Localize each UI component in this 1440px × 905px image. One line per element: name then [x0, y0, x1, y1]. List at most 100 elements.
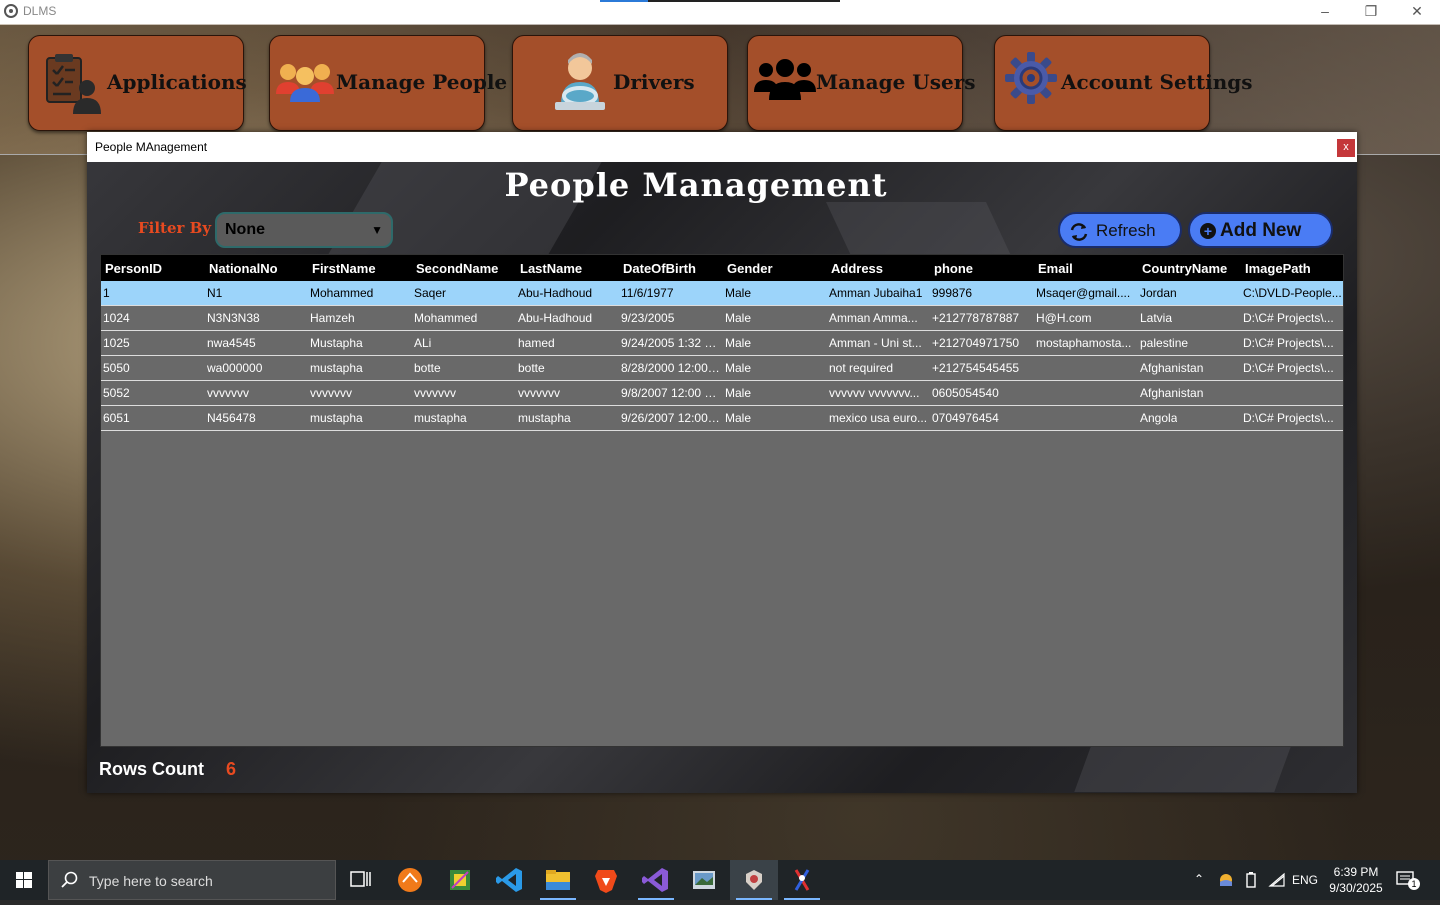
drivers-label: Drivers — [613, 70, 695, 94]
table-cell: Jordan — [1140, 286, 1177, 300]
rows-count-label: Rows Count — [99, 759, 204, 779]
table-cell: nwa4545 — [207, 336, 256, 350]
table-cell: 5052 — [103, 386, 130, 400]
refresh-button[interactable]: Refresh — [1058, 212, 1182, 248]
table-cell: Male — [725, 386, 752, 400]
minimize-button[interactable]: – — [1302, 0, 1348, 24]
table-row[interactable]: 1024 N3N3N38 Hamzeh Mohammed Abu-Hadhoud 9/23… — [101, 306, 1343, 331]
add-new-button[interactable]: + Add New — [1188, 212, 1333, 248]
table-cell: botte — [518, 361, 545, 375]
column-header[interactable]: ImagePath — [1245, 261, 1311, 276]
dlms-app-icon[interactable] — [730, 860, 778, 900]
close-button[interactable]: ✕ — [1394, 0, 1440, 24]
table-cell: Afghanistan — [1140, 386, 1204, 400]
table-row[interactable]: 1 N1 Mohammed Saqer Abu-Hadhoud 11/6/1977 Male… — [101, 281, 1343, 306]
snipping-icon[interactable] — [436, 860, 484, 900]
table-cell: Male — [725, 286, 752, 300]
taskbar: Type here to search ⌃ ENG 6:39 PM 9/30/2… — [0, 860, 1440, 900]
gear-icon — [1005, 52, 1057, 109]
notification-count: 1 — [1408, 878, 1420, 890]
taskbar-search-box[interactable]: Type here to search — [48, 860, 336, 900]
column-header[interactable]: CountryName — [1142, 261, 1227, 276]
table-cell: Afghanistan — [1140, 361, 1204, 375]
table-cell: Hamzeh — [310, 311, 355, 325]
chevron-up-icon[interactable]: ⌃ — [1194, 872, 1204, 886]
table-cell: N3N3N38 — [207, 311, 260, 325]
notification-icon[interactable]: 1 — [1396, 870, 1420, 890]
table-cell: Mustapha — [310, 336, 363, 350]
child-window-titlebar: People MAnagement x — [87, 132, 1357, 162]
column-header[interactable]: PersonID — [105, 261, 162, 276]
table-cell: palestine — [1140, 336, 1189, 350]
column-header[interactable]: Email — [1038, 261, 1073, 276]
applications-label: Applications — [107, 70, 247, 94]
search-placeholder: Type here to search — [89, 873, 213, 889]
sublime-icon[interactable] — [386, 860, 434, 900]
column-header[interactable]: Gender — [727, 261, 773, 276]
applications-button[interactable]: Applications — [28, 35, 247, 131]
child-close-button[interactable]: x — [1337, 139, 1355, 157]
table-row[interactable]: 6051 N456478 mustapha mustapha mustapha 9/26/… — [101, 406, 1343, 431]
column-header[interactable]: phone — [934, 261, 973, 276]
table-cell: vvvvvvv — [310, 386, 352, 400]
wifi-icon[interactable] — [1268, 872, 1286, 893]
people-grid[interactable]: PersonID NationalNo FirstName SecondName Las… — [100, 254, 1344, 747]
table-cell: H@H.com — [1036, 311, 1092, 325]
table-cell: Male — [725, 336, 752, 350]
table-cell: C:\DVLD-People... — [1243, 286, 1342, 300]
vscode-icon[interactable] — [486, 860, 534, 900]
table-cell: Latvia — [1140, 311, 1173, 325]
account-settings-label: Account Settings — [1061, 70, 1253, 94]
table-cell: botte — [414, 361, 441, 375]
table-cell: N1 — [207, 286, 223, 300]
table-cell: 0704976454 — [932, 411, 999, 425]
language-indicator[interactable]: ENG — [1292, 873, 1318, 887]
filter-dropdown[interactable]: None ▼ — [215, 212, 393, 248]
table-row[interactable]: 5050 wa000000 mustapha botte botte 8/28/2000 … — [101, 356, 1343, 381]
brave-icon[interactable] — [582, 860, 630, 900]
column-header[interactable]: Address — [831, 261, 883, 276]
app-icon — [4, 4, 18, 18]
column-header[interactable]: LastName — [520, 261, 582, 276]
column-header[interactable]: DateOfBirth — [623, 261, 696, 276]
manage-people-button[interactable]: Manage People — [269, 35, 507, 131]
battery-icon[interactable] — [1244, 871, 1258, 894]
table-cell: hamed — [518, 336, 555, 350]
file-explorer-icon[interactable] — [534, 860, 582, 900]
clock[interactable]: 6:39 PM 9/30/2025 — [1322, 864, 1390, 896]
clock-date: 9/30/2025 — [1329, 881, 1383, 895]
drivers-button[interactable]: Drivers — [512, 35, 728, 131]
column-header[interactable]: NationalNo — [209, 261, 278, 276]
driver-icon — [551, 50, 609, 117]
table-cell: D:\C# Projects\... — [1243, 336, 1334, 350]
table-cell: Male — [725, 361, 752, 375]
rows-count-value: 6 — [226, 759, 237, 779]
account-settings-button[interactable]: Account Settings — [994, 35, 1253, 131]
column-header[interactable]: SecondName — [416, 261, 498, 276]
visual-studio-icon[interactable] — [632, 860, 680, 900]
table-cell: Amman Amma... — [829, 311, 918, 325]
table-cell: 1025 — [103, 336, 130, 350]
weather-icon[interactable] — [1218, 872, 1234, 893]
table-cell: Angola — [1140, 411, 1178, 425]
start-button[interactable] — [0, 860, 48, 900]
table-cell: 9/26/2007 12:00 ... — [621, 411, 721, 425]
table-cell: mustapha — [518, 411, 571, 425]
table-cell: 1 — [103, 286, 110, 300]
photos-icon[interactable] — [680, 860, 728, 900]
table-cell: 1024 — [103, 311, 130, 325]
paint-icon[interactable] — [778, 860, 826, 900]
clipboard-person-icon — [41, 52, 103, 119]
main-window-titlebar: DLMS – ❐ ✕ — [0, 0, 1440, 25]
column-header[interactable]: FirstName — [312, 261, 376, 276]
table-cell: Saqer — [414, 286, 447, 300]
people-group-icon — [274, 60, 336, 109]
table-cell: mostaphamosta... — [1036, 336, 1132, 350]
table-row[interactable]: 1025 nwa4545 Mustapha ALi hamed 9/24/2005 1:3… — [101, 331, 1343, 356]
table-row[interactable]: 5052 vvvvvvv vvvvvvv vvvvvvv vvvvvvv 9/8/2007… — [101, 381, 1343, 406]
search-icon — [61, 871, 79, 894]
child-window-title: People MAnagement — [95, 140, 208, 154]
manage-users-button[interactable]: Manage Users — [747, 35, 976, 131]
task-view-icon[interactable] — [336, 860, 384, 900]
maximize-button[interactable]: ❐ — [1348, 0, 1394, 24]
